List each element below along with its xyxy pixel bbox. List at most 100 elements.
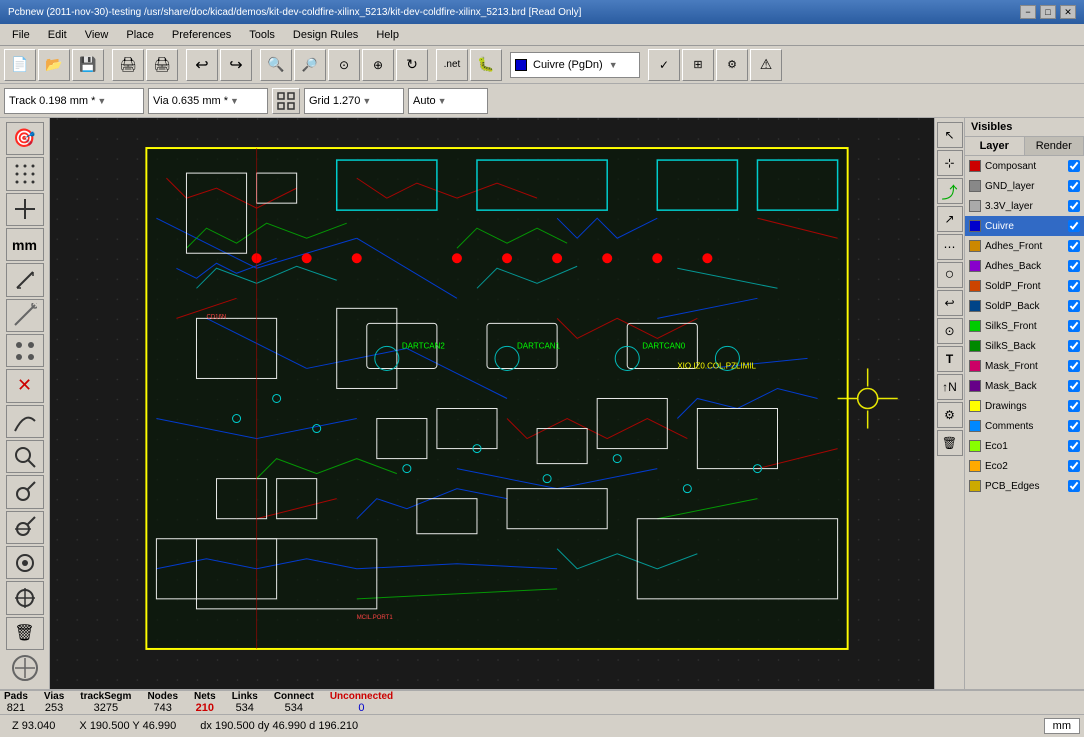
search2-tool[interactable] xyxy=(6,511,44,544)
layer-checkbox[interactable] xyxy=(1068,280,1080,292)
layer-row[interactable]: Composant xyxy=(965,156,1084,176)
zoom-in-button[interactable]: 🔍 xyxy=(260,49,292,81)
clearance-button[interactable]: ⊞ xyxy=(682,49,714,81)
text-right[interactable]: ⋯ xyxy=(937,234,963,260)
redo-button[interactable]: ↪ xyxy=(220,49,252,81)
text2-right[interactable]: T xyxy=(937,346,963,372)
ruler-tool[interactable] xyxy=(6,263,44,296)
layer-row[interactable]: SilkS_Back xyxy=(965,336,1084,356)
maximize-button[interactable]: □ xyxy=(1040,5,1056,19)
layer-row[interactable]: Mask_Back xyxy=(965,376,1084,396)
circle-right[interactable]: ○ xyxy=(937,262,963,288)
layer-row[interactable]: Cuivre xyxy=(965,216,1084,236)
layer-checkbox[interactable] xyxy=(1068,200,1080,212)
layer-row[interactable]: Adhes_Front xyxy=(965,236,1084,256)
menu-view[interactable]: View xyxy=(77,27,117,43)
minimize-button[interactable]: − xyxy=(1020,5,1036,19)
menu-preferences[interactable]: Preferences xyxy=(164,27,239,43)
cursor-tool[interactable]: 🎯 xyxy=(6,122,44,155)
menu-file[interactable]: File xyxy=(4,27,38,43)
layer-checkbox[interactable] xyxy=(1068,160,1080,172)
tab-render[interactable]: Render xyxy=(1025,137,1084,155)
inspect2-right[interactable]: ⊙ xyxy=(937,318,963,344)
grid-dropdown[interactable]: Grid 1.270 ▼ xyxy=(304,88,404,114)
cursor2-tool[interactable] xyxy=(6,581,44,614)
menu-tools[interactable]: Tools xyxy=(241,27,283,43)
redraw-button[interactable]: ↻ xyxy=(396,49,428,81)
layer-row[interactable]: Eco1 xyxy=(965,436,1084,456)
save-button[interactable]: 💾 xyxy=(72,49,104,81)
layer-row[interactable]: SoldP_Back xyxy=(965,296,1084,316)
zoom-area-button[interactable]: ⊕ xyxy=(362,49,394,81)
new-button[interactable]: 📄 xyxy=(4,49,36,81)
cursor-right[interactable]: ↖ xyxy=(937,122,963,148)
via-size-dropdown[interactable]: Via 0.635 mm * ▼ xyxy=(148,88,268,114)
drill-tool[interactable] xyxy=(6,193,44,226)
zoom-out-button[interactable]: 🔎 xyxy=(294,49,326,81)
grid-settings-button[interactable] xyxy=(272,88,300,114)
layer-dropdown[interactable]: Cuivre (PgDn) ▼ xyxy=(510,52,640,78)
layer-checkbox[interactable] xyxy=(1068,360,1080,372)
zoom-fit-button[interactable]: ⊙ xyxy=(328,49,360,81)
xmarks-tool[interactable]: ✕ xyxy=(6,369,44,402)
layer-checkbox[interactable] xyxy=(1068,460,1080,472)
target-tool[interactable] xyxy=(6,546,44,579)
layer-checkbox[interactable] xyxy=(1068,440,1080,452)
drc2-button[interactable]: ✓ xyxy=(648,49,680,81)
layer-checkbox[interactable] xyxy=(1068,420,1080,432)
warning-button[interactable]: ⚠ xyxy=(750,49,782,81)
grid-tool[interactable] xyxy=(6,157,44,190)
menu-edit[interactable]: Edit xyxy=(40,27,75,43)
print-preview-button[interactable]: 🖨 xyxy=(112,49,144,81)
settings-button[interactable]: ⚙ xyxy=(716,49,748,81)
north-right[interactable]: ↑N xyxy=(937,374,963,400)
zoom-dropdown[interactable]: Auto ▼ xyxy=(408,88,488,114)
canvas-area[interactable]: DARTCAN2 DARTCAN1 DARTCAN0 XIO.IZ0.COL.P… xyxy=(50,118,934,689)
layer-row[interactable]: GND_layer xyxy=(965,176,1084,196)
route-tool[interactable] xyxy=(6,405,44,438)
layer-checkbox[interactable] xyxy=(1068,340,1080,352)
layer-row[interactable]: SoldP_Front xyxy=(965,276,1084,296)
logo-tool[interactable] xyxy=(6,652,44,685)
trash-right[interactable]: 🗑 xyxy=(937,430,963,456)
layer-checkbox[interactable] xyxy=(1068,220,1080,232)
tab-layer[interactable]: Layer xyxy=(965,137,1025,155)
menu-help[interactable]: Help xyxy=(368,27,407,43)
select-right[interactable]: ⊹ xyxy=(937,150,963,176)
layer-row[interactable]: PCB_Edges xyxy=(965,476,1084,496)
layer-checkbox[interactable] xyxy=(1068,180,1080,192)
drc-button[interactable]: 🐛 xyxy=(470,49,502,81)
settings-right[interactable]: ⚙ xyxy=(937,402,963,428)
trash-tool[interactable]: 🗑 xyxy=(6,617,44,650)
layer-checkbox[interactable] xyxy=(1068,320,1080,332)
layer-row[interactable]: Drawings xyxy=(965,396,1084,416)
close-button[interactable]: ✕ xyxy=(1060,5,1076,19)
layer-row[interactable]: Eco2 xyxy=(965,456,1084,476)
menu-place[interactable]: Place xyxy=(118,27,162,43)
dim-tool[interactable]: mm xyxy=(6,228,44,261)
zones-tool[interactable] xyxy=(6,334,44,367)
inspect-tool[interactable] xyxy=(6,440,44,473)
arc-right[interactable]: ↩ xyxy=(937,290,963,316)
layer-row[interactable]: Adhes_Back xyxy=(965,256,1084,276)
layer-row[interactable]: SilkS_Front xyxy=(965,316,1084,336)
layer-checkbox[interactable] xyxy=(1068,240,1080,252)
open-button[interactable]: 📂 xyxy=(38,49,70,81)
layer-row[interactable]: Mask_Front xyxy=(965,356,1084,376)
layer-row[interactable]: 3.3V_layer xyxy=(965,196,1084,216)
ratsnest-button[interactable]: .net xyxy=(436,49,468,81)
layer-row[interactable]: Comments xyxy=(965,416,1084,436)
layer-checkbox[interactable] xyxy=(1068,380,1080,392)
select2-right[interactable]: ↗ xyxy=(937,206,963,232)
layer-checkbox[interactable] xyxy=(1068,480,1080,492)
menu-designrules[interactable]: Design Rules xyxy=(285,27,366,43)
undo-button[interactable]: ↩ xyxy=(186,49,218,81)
track-width-dropdown[interactable]: Track 0.198 mm * ▼ xyxy=(4,88,144,114)
layer-checkbox[interactable] xyxy=(1068,400,1080,412)
search-tool[interactable] xyxy=(6,475,44,508)
route-right[interactable]: ⤴ xyxy=(937,178,963,204)
add-track[interactable] xyxy=(6,299,44,332)
layer-checkbox[interactable] xyxy=(1068,260,1080,272)
print-button[interactable]: 🖨 xyxy=(146,49,178,81)
layer-checkbox[interactable] xyxy=(1068,300,1080,312)
